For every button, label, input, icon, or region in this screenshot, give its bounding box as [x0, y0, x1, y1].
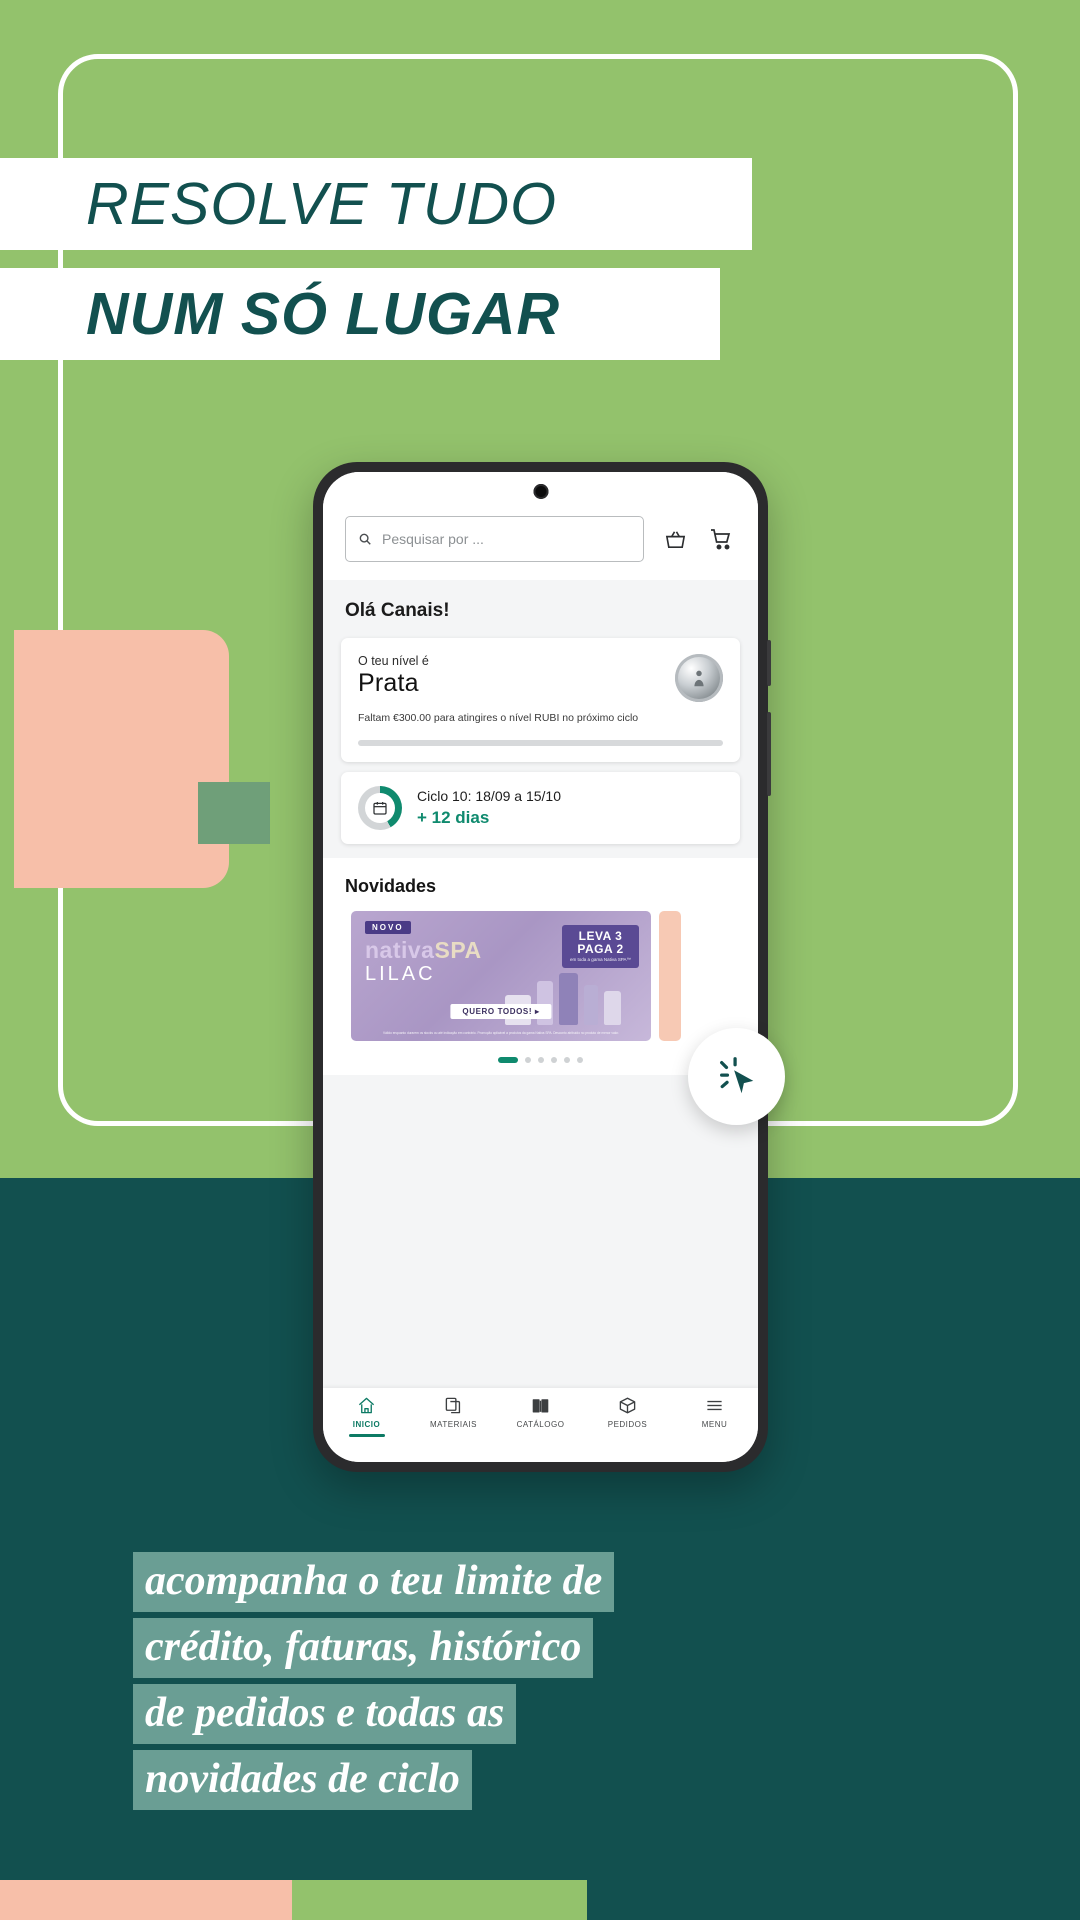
- level-progress-bar: [358, 740, 723, 747]
- promo-note: em toda a gama Nativa SPA™: [570, 957, 631, 963]
- search-icon: [359, 533, 371, 545]
- documents-icon: [445, 1397, 461, 1414]
- caption-line: acompanha o teu limite de: [133, 1552, 615, 1612]
- cycle-progress-ring: [358, 786, 402, 831]
- nav-item-label: CATÁLOGO: [516, 1420, 565, 1429]
- search-input[interactable]: Pesquisar por ...: [345, 516, 644, 562]
- promo-banner[interactable]: NOVO nativaSPA LILAC LEVA 3 PAGA 2 em to…: [351, 911, 651, 1042]
- next-banner-peek[interactable]: [659, 911, 681, 1042]
- headline-band-1: RESOLVE TUDO: [0, 158, 752, 250]
- carousel-dot[interactable]: [525, 1057, 531, 1064]
- carousel-dot[interactable]: [538, 1057, 544, 1064]
- banner-variant: LILAC: [365, 963, 436, 986]
- banner-brand: nativaSPA: [365, 937, 482, 964]
- level-name: Prata: [358, 669, 419, 697]
- greeting-text: Olá Canais!: [323, 580, 758, 630]
- promo-top: LEVA 3: [578, 929, 623, 944]
- medal-figure-icon: [694, 670, 704, 687]
- nav-item-pedidos[interactable]: PEDIDOS: [584, 1396, 671, 1429]
- front-camera-icon: [533, 484, 548, 499]
- medal-icon: [675, 654, 723, 702]
- carousel-dot[interactable]: [564, 1057, 570, 1064]
- book-icon: [532, 1399, 549, 1413]
- phone-screen: Pesquisar por ... Olá Canais! O teu níve…: [323, 472, 758, 1462]
- nav-item-inicio[interactable]: INICIO: [323, 1396, 410, 1437]
- poster-stage: RESOLVE TUDO NUM SÓ LUGAR Pesquisar por …: [0, 0, 1080, 1920]
- basket-icon: [665, 530, 685, 548]
- search-placeholder: Pesquisar por ...: [382, 531, 484, 547]
- bottom-navigation: INICIO MATERIAIS CATÁLOGO PEDIDOS MENU: [323, 1388, 758, 1462]
- caption-block: acompanha o teu limite de crédito, fatur…: [133, 1552, 615, 1816]
- level-subtitle: O teu nível é: [358, 654, 429, 668]
- shopping-cart-icon: [711, 529, 731, 550]
- news-title: Novidades: [345, 876, 437, 897]
- phone-power-button: [767, 712, 771, 796]
- caption-line: crédito, faturas, histórico: [133, 1618, 594, 1678]
- nav-item-label: INICIO: [352, 1420, 381, 1429]
- nav-item-menu[interactable]: MENU: [671, 1396, 758, 1429]
- click-cursor-badge: [688, 1028, 785, 1125]
- footer-color-strips: [0, 1880, 1080, 1920]
- cart-button[interactable]: [706, 524, 736, 554]
- nav-item-label: MENU: [701, 1420, 728, 1429]
- news-carousel[interactable]: NOVO nativaSPA LILAC LEVA 3 PAGA 2 em to…: [323, 911, 758, 1042]
- level-note: Faltam €300.00 para atingires o nível RU…: [358, 712, 639, 724]
- headline-line-2: NUM SÓ LUGAR: [86, 281, 561, 347]
- decorative-peach-block: [14, 630, 229, 888]
- nav-item-materiais[interactable]: MATERIAIS: [410, 1396, 497, 1429]
- caption-line: de pedidos e todas as: [133, 1684, 517, 1744]
- basket-button[interactable]: [660, 524, 690, 554]
- headline-band-2: NUM SÓ LUGAR: [0, 268, 720, 360]
- banner-cta-button[interactable]: QUERO TODOS! ▸: [450, 1004, 552, 1020]
- carousel-dot[interactable]: [577, 1057, 583, 1064]
- promo-badge: LEVA 3 PAGA 2 em toda a gama Nativa SPA™: [562, 925, 639, 969]
- cycle-days-left: + 12 dias: [417, 808, 490, 828]
- box-icon: [619, 1397, 636, 1414]
- novo-tag: NOVO: [365, 921, 411, 935]
- headline-line-1: RESOLVE TUDO: [86, 171, 558, 237]
- banner-legal-text: Válido enquanto durarem os stocks ou até…: [383, 1031, 619, 1036]
- footer-strip-teal: [587, 1880, 1080, 1920]
- decorative-sage-block: [198, 782, 270, 844]
- footer-strip-peach: [0, 1880, 292, 1920]
- phone-volume-button: [767, 640, 771, 686]
- nav-item-label: PEDIDOS: [607, 1420, 648, 1429]
- hamburger-icon: [707, 1400, 722, 1411]
- level-card[interactable]: O teu nível é Prata Faltam €300.00 para …: [341, 638, 740, 763]
- caption-line: novidades de ciclo: [133, 1750, 472, 1810]
- home-icon: [358, 1397, 375, 1414]
- click-cursor-icon: [719, 1056, 753, 1093]
- nav-item-label: MATERIAIS: [429, 1420, 478, 1429]
- promo-bottom: PAGA 2: [577, 941, 624, 956]
- cycle-card[interactable]: Ciclo 10: 18/09 a 15/10 + 12 dias: [341, 772, 740, 845]
- calendar-icon: [373, 802, 387, 815]
- footer-strip-green: [292, 1880, 587, 1920]
- cycle-dates: Ciclo 10: 18/09 a 15/10: [417, 788, 561, 805]
- banner-brand-prefix: nativa: [365, 937, 435, 964]
- banner-brand-suffix: SPA: [434, 937, 482, 964]
- carousel-dot[interactable]: [498, 1057, 518, 1064]
- calendar-icon-wrap: [365, 793, 395, 824]
- carousel-dot[interactable]: [551, 1057, 557, 1064]
- news-section: Novidades NOVO nativaSPA LILAC LEVA 3 PA…: [323, 858, 758, 1076]
- phone-mockup: Pesquisar por ... Olá Canais! O teu níve…: [313, 462, 771, 1472]
- nav-item-catlogo[interactable]: CATÁLOGO: [497, 1396, 584, 1429]
